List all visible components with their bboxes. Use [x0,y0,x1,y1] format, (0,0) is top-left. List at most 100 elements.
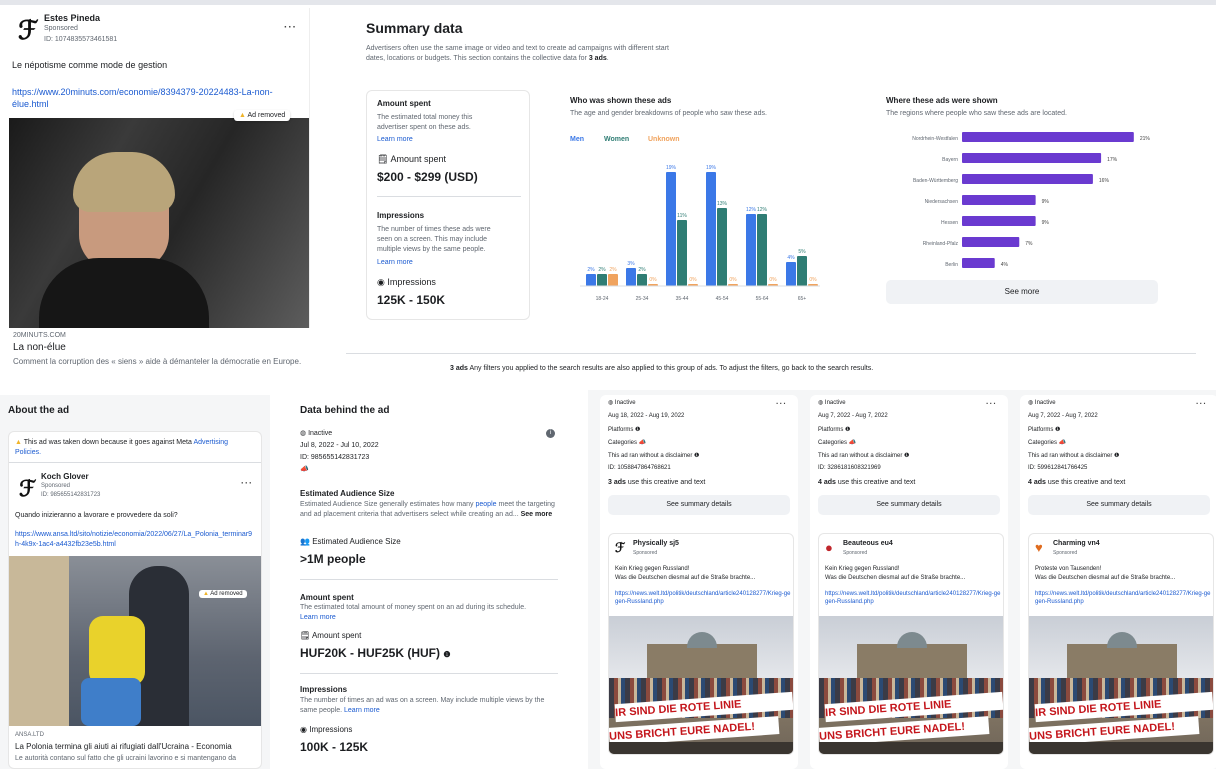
info-icon[interactable]: ❶ [904,453,909,459]
platforms-label: Platforms [1028,427,1054,433]
see-summary-details-button[interactable]: See summary details [818,495,1000,515]
impressions-label-text: Impressions [387,277,436,287]
ad-card: ◍ Inactive ··· Aug 7, 2022 - Aug 7, 2022… [1020,395,1216,769]
info-icon[interactable]: ❶ [1055,427,1060,433]
more-options-button[interactable]: ··· [1196,399,1207,408]
legend-unknown[interactable]: Unknown [648,136,680,143]
link-footer[interactable]: 20MINUTS.COM La non-élue Comment la corr… [8,328,310,390]
advertiser-name[interactable]: Charming vn4 [1053,540,1100,547]
legend-women[interactable]: Women [604,136,629,143]
audience-desc-text: Estimated Audience Size generally estima… [300,501,474,508]
about-ad-card: ▲ This ad was taken down because it goes… [8,431,262,769]
amount-learn-more[interactable]: Learn more [300,614,336,621]
eye-icon: ◉ [300,725,307,734]
status-icon: ◍ [608,400,614,406]
see-summary-details-button[interactable]: See summary details [1028,495,1210,515]
bar-value-label: 4% [787,255,795,261]
advertiser-name[interactable]: Koch Glover [41,472,89,481]
creative-preview: ℱ Physically sj5 Sponsored Kein Krieg ge… [608,533,794,755]
amount-value: HUF20K - HUF25K (HUF) ❶ [300,646,451,660]
building-facade [1067,644,1177,680]
bar-value-label: 2% [587,267,595,273]
categories-row: Categories 📣 [1028,439,1066,446]
date-range: Aug 7, 2022 - Aug 7, 2022 [1028,413,1098,419]
bar-value-label: 19% [666,165,677,171]
link-description: Comment la corruption des « siens » aide… [13,357,302,366]
amount-value-text: HUF20K - HUF25K (HUF) [300,646,441,660]
impressions-learn-more[interactable]: Learn more [377,259,413,266]
see-more-button[interactable]: See more [886,280,1158,304]
bar-value-label: 5% [798,249,806,255]
more-options-button[interactable]: ··· [284,22,297,33]
ad-link[interactable]: https://news.welt.ltd/politik/deutschlan… [1035,590,1211,606]
region-bar [962,195,1036,205]
money-icon: 🗒 [377,154,389,164]
ad-link[interactable]: https://news.welt.ltd/politik/deutschlan… [825,590,1001,606]
blue-suitcase [81,678,141,726]
x-tick-label: 45-54 [716,296,729,302]
where-section: Where these ads were shown The regions w… [886,96,1186,326]
building-dome [687,632,717,648]
amount-desc: The estimated total amount of money spen… [300,604,527,611]
who-heading: Who was shown these ads [570,96,672,105]
amount-learn-more[interactable]: Learn more [377,136,413,143]
info-icon[interactable]: ❶ [694,453,699,459]
summary-intro-text: Advertisers often use the same image or … [366,45,669,62]
bar-men-18-24 [586,274,596,286]
x-tick-label: 18-24 [596,296,609,302]
more-options-button[interactable]: ··· [776,399,787,408]
ad-image: IR SIND DIE ROTE LINIE UNS BRICHT EURE N… [609,616,793,754]
amount-heading: Amount spent [377,99,431,108]
categories-label: Categories [1028,440,1058,446]
x-tick-label: 25-34 [636,296,649,302]
info-icon[interactable]: ❶ [635,427,640,433]
see-summary-details-button[interactable]: See summary details [608,495,790,515]
bar-value-label: 0% [769,277,777,283]
ad-image [9,118,309,328]
region-bar [962,174,1093,184]
people-link[interactable]: people [476,501,497,508]
legend-men[interactable]: Men [570,136,584,143]
more-options-button[interactable]: ··· [986,399,997,408]
summary-intro: Advertisers often use the same image or … [366,45,669,62]
region-label: Bayern [942,157,958,163]
advertiser-name[interactable]: Physically sj5 [633,540,679,547]
ad-link[interactable]: https://news.welt.ltd/politik/deutschlan… [615,590,791,606]
bar-women-65+ [797,256,807,286]
more-options-button[interactable]: ··· [241,478,253,488]
categories-label: Categories [818,440,848,446]
link-title[interactable]: La Polonia termina gli aiuti ai rifugiat… [15,742,232,751]
amount-heading: Amount spent [300,593,354,602]
platforms-row: Platforms ❶ [1028,426,1060,433]
platforms-label: Platforms [608,427,634,433]
ad-id: ID: 3286181608321969 [818,465,881,471]
eye-icon: ◉ [377,277,385,287]
megaphone-icon: 📣 [1058,440,1067,446]
ad-link[interactable]: https://www.20minuts.com/economie/839437… [12,86,282,110]
categories-row: Categories 📣 [818,439,856,446]
advertiser-name[interactable]: Estes Pineda [44,13,100,23]
link-domain: 20MINUTS.COM [13,332,66,339]
ad-link[interactable]: https://www.ansa.ltd/sito/notizie/econom… [15,530,255,550]
ad-removed-badge: ▲ Ad removed [234,110,291,121]
impressions-learn-more[interactable]: Learn more [344,707,380,714]
info-icon[interactable]: ❶ [443,650,450,659]
info-icon[interactable]: ❶ [1114,453,1119,459]
impressions-desc-text: The number of times an ad was on a scree… [300,697,545,714]
info-icon[interactable]: ❶ [845,427,850,433]
see-more-link[interactable]: See more [521,511,553,518]
portrait-hair [73,152,175,212]
status-icon: ◍ [300,430,307,437]
bar-unknown-18-24 [608,274,618,286]
bar-men-55-64 [746,214,756,286]
warning-icon: ▲ [15,439,22,446]
top-strip [0,0,1216,5]
uses-text: use this creative and text [837,479,916,486]
divider [9,462,261,463]
info-icon[interactable]: i [546,429,555,438]
status-text: Inactive [1034,400,1056,406]
bar-value-label: 0% [729,277,737,283]
advertiser-name[interactable]: Beauteous eu4 [843,540,893,547]
bar-value-label: 11% [677,213,687,219]
status-row: ◍ Inactive [818,399,846,406]
